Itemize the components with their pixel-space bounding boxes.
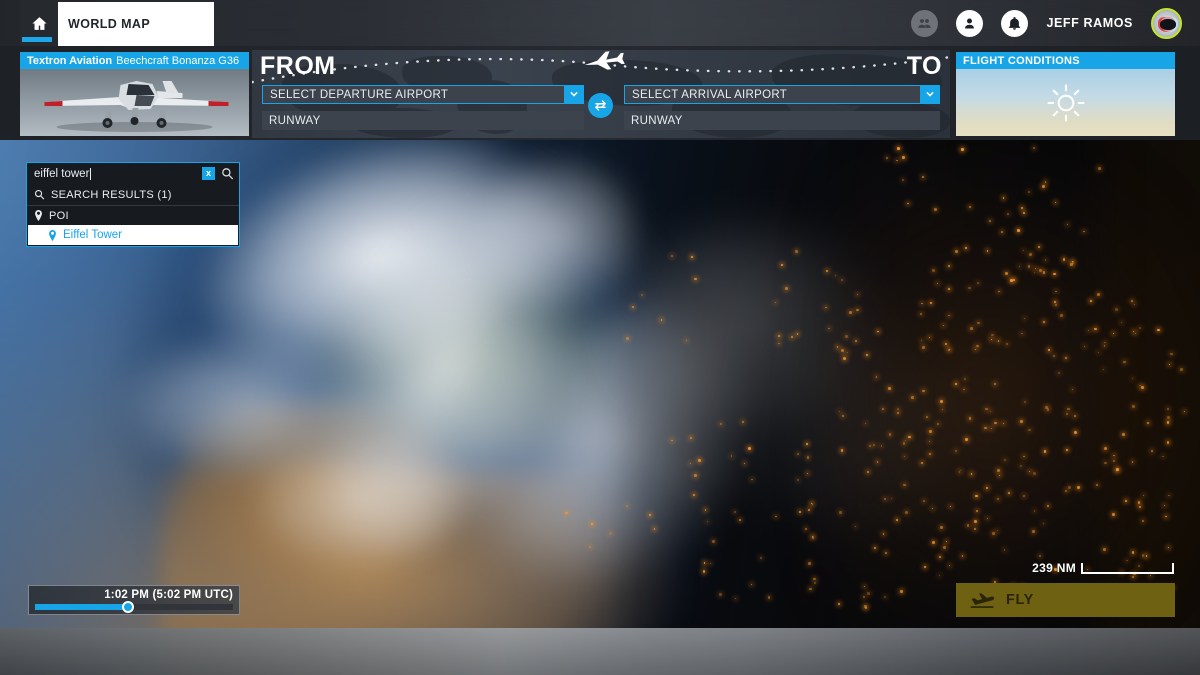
home-active-indicator [22,37,52,42]
aircraft-card-header: Textron Aviation Beechcraft Bonanza G36 [20,52,249,69]
friends-icon [918,18,932,28]
chevron-down-icon [926,91,934,97]
plane-marker-icon [584,51,625,70]
aircraft-model: Beechcraft Bonanza G36 [116,54,240,67]
clear-search-button[interactable]: x [202,167,215,180]
fly-button[interactable]: FLY [956,583,1175,617]
fly-button-label: FLY [1006,592,1034,608]
search-category-label: POI [49,209,69,222]
profile-icon [965,18,975,28]
departure-runway-value: RUNWAY [269,114,321,127]
map-scale-bar [1081,562,1174,574]
notifications-button[interactable] [1001,9,1029,37]
aircraft-brand: Textron Aviation [27,54,113,67]
profile-button[interactable] [956,9,984,37]
time-label: 1:02 PM (5:02 PM UTC) [104,589,233,601]
search-results-header: SEARCH RESULTS (1) [27,184,239,205]
arrival-airport-select[interactable]: SELECT ARRIVAL AIRPORT [624,85,940,104]
departure-chevron-button[interactable] [564,85,584,104]
map-pin-icon [49,229,56,241]
swap-airports-button[interactable] [588,93,613,118]
search-icon [34,189,45,200]
tab-world-map-label: WORLD MAP [68,17,151,31]
takeoff-plane-icon [970,593,995,608]
notifications-bell-icon [1009,16,1021,30]
time-slider-fill [35,604,129,610]
arrival-chevron-button[interactable] [920,85,940,104]
arrival-runway-value: RUNWAY [631,114,683,127]
world-map-screen: WORLD MAP JEFF RAMOS Textron Aviation Be… [0,0,1200,675]
from-label: FROM [260,52,336,80]
scale-cap-right [1172,562,1174,574]
departure-airport-value: SELECT DEPARTURE AIRPORT [270,88,449,101]
flight-conditions-header: FLIGHT CONDITIONS [956,52,1175,69]
sun-icon [1047,84,1084,121]
flight-conditions-title: FLIGHT CONDITIONS [963,54,1080,67]
search-panel: eiffel tower x SEARCH RESULTS (1) POI Ei… [26,162,240,247]
search-result-label: Eiffel Tower [63,229,123,241]
time-of-day-panel: 1:02 PM (5:02 PM UTC) [28,585,240,615]
to-label: TO [906,52,942,80]
map-scale-label: 239 NM [1032,561,1076,575]
avatar[interactable] [1151,7,1182,39]
time-slider[interactable] [35,601,233,613]
swap-arrows-icon [594,100,607,111]
aircraft-image [20,69,249,136]
chevron-down-icon [570,91,578,97]
search-category-poi: POI [27,205,239,225]
arrival-airport-value: SELECT ARRIVAL AIRPORT [632,88,788,101]
top-navigation-bar: WORLD MAP JEFF RAMOS [0,0,1200,46]
avatar-face [1160,18,1176,30]
arrival-runway-field[interactable]: RUNWAY [624,111,940,130]
time-slider-handle[interactable] [122,601,135,613]
search-icon [222,168,234,180]
tab-world-map[interactable]: WORLD MAP [58,2,214,46]
bottom-bar [0,628,1200,675]
nav-right-cluster: JEFF RAMOS [911,0,1182,46]
map-scale: 239 NM [1032,561,1174,575]
search-result-item[interactable]: Eiffel Tower [28,225,238,245]
map-pin-icon [35,210,42,221]
aircraft-illustration [44,80,228,132]
scale-line [1081,571,1174,574]
user-name-label: JEFF RAMOS [1046,16,1133,30]
flight-conditions-card[interactable]: FLIGHT CONDITIONS [956,52,1175,136]
flight-conditions-body [956,69,1175,136]
bottom-bar-sheen [0,628,1200,675]
home-icon [31,16,47,30]
search-input[interactable]: eiffel tower [27,168,89,180]
friends-button[interactable] [911,9,939,37]
text-caret [90,167,92,180]
search-results-count: SEARCH RESULTS (1) [51,188,172,201]
search-submit-button[interactable] [221,167,234,180]
search-input-row[interactable]: eiffel tower x [27,163,239,184]
aircraft-card[interactable]: Textron Aviation Beechcraft Bonanza G36 [20,52,249,136]
departure-runway-field[interactable]: RUNWAY [262,111,584,130]
flight-path-graphic [252,51,950,84]
departure-airport-select[interactable]: SELECT DEPARTURE AIRPORT [262,85,584,104]
